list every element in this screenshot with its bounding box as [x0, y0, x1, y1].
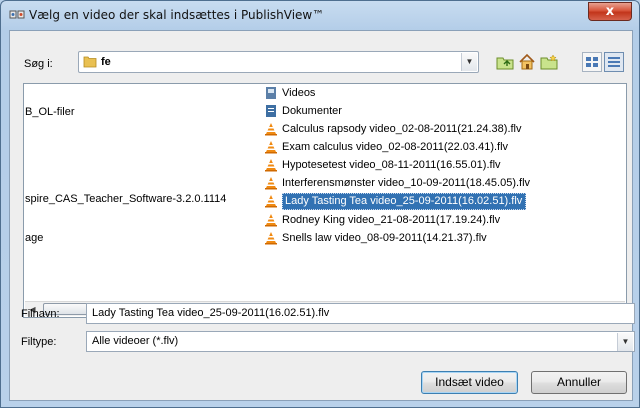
- lookin-dropdown[interactable]: fe ▼: [78, 51, 479, 73]
- list-item[interactable]: age: [25, 232, 43, 244]
- list-item[interactable]: Interferensmønster video_10-09-2011(18.4…: [262, 174, 530, 192]
- vlc-cone-icon: [265, 141, 277, 154]
- filetype-value: Alle videoer (*.flv): [92, 335, 179, 347]
- list-view-icon: [586, 57, 598, 67]
- list-item[interactable]: Calculus rapsody video_02-08-2011(21.24.…: [262, 120, 522, 138]
- list-view-button[interactable]: [582, 52, 602, 72]
- details-view-icon: [608, 57, 620, 67]
- list-item[interactable]: spire_CAS_Teacher_Software-3.2.0.1114: [25, 193, 226, 205]
- dialog-body: Søg i: fe ▼ B_OL-filer spire_CAS_Teacher…: [9, 30, 635, 401]
- title-bar[interactable]: Vælg en video der skal indsættes i Publi…: [1, 1, 639, 29]
- close-icon: x: [605, 4, 615, 19]
- vlc-cone-icon: [265, 214, 277, 227]
- filename-label: Filnavn:: [21, 308, 60, 320]
- cancel-button[interactable]: Annuller: [531, 371, 627, 394]
- vlc-cone-icon: [265, 123, 277, 136]
- file-chooser-dialog: Vælg en video der skal indsættes i Publi…: [0, 0, 640, 408]
- filename-field[interactable]: Lady Tasting Tea video_25-09-2011(16.02.…: [86, 303, 635, 324]
- list-item[interactable]: Videos: [262, 84, 315, 102]
- list-item[interactable]: Exam calculus video_02-08-2011(22.03.41)…: [262, 138, 508, 156]
- list-item[interactable]: Hypotesetest video_08-11-2011(16.55.01).…: [262, 156, 501, 174]
- chevron-down-icon[interactable]: ▼: [461, 53, 477, 71]
- app-icon: [9, 10, 25, 19]
- file-list[interactable]: B_OL-filer spire_CAS_Teacher_Software-3.…: [23, 83, 627, 318]
- list-item-selected[interactable]: Lady Tasting Tea video_25-09-2011(16.02.…: [262, 192, 527, 210]
- filetype-label: Filtype:: [21, 336, 57, 348]
- filetype-dropdown[interactable]: Alle videoer (*.flv) ▼: [86, 331, 635, 352]
- chevron-down-icon[interactable]: ▼: [617, 333, 633, 351]
- vlc-cone-icon: [265, 177, 277, 190]
- list-item[interactable]: Dokumenter: [262, 102, 342, 120]
- library-icon: [266, 105, 276, 117]
- library-icon: [266, 87, 276, 99]
- vlc-cone-icon: [265, 195, 277, 208]
- folder-icon: [83, 56, 97, 68]
- list-item[interactable]: Rodney King video_21-08-2011(17.19.24).f…: [262, 211, 500, 229]
- details-view-button[interactable]: [604, 52, 624, 72]
- close-button[interactable]: x: [588, 2, 632, 21]
- lookin-value: fe: [101, 56, 111, 68]
- lookin-label: Søg i:: [24, 58, 53, 70]
- list-item[interactable]: Snells law video_08-09-2011(14.21.37).fl…: [262, 229, 487, 247]
- insert-video-button[interactable]: Indsæt video: [421, 371, 518, 394]
- vlc-cone-icon: [265, 232, 277, 245]
- new-folder-icon[interactable]: [539, 52, 559, 72]
- vlc-cone-icon: [265, 159, 277, 172]
- up-one-level-icon[interactable]: [495, 52, 515, 72]
- home-icon[interactable]: [517, 52, 537, 72]
- window-title: Vælg en video der skal indsættes i Publi…: [29, 8, 325, 22]
- list-item[interactable]: B_OL-filer: [25, 106, 75, 118]
